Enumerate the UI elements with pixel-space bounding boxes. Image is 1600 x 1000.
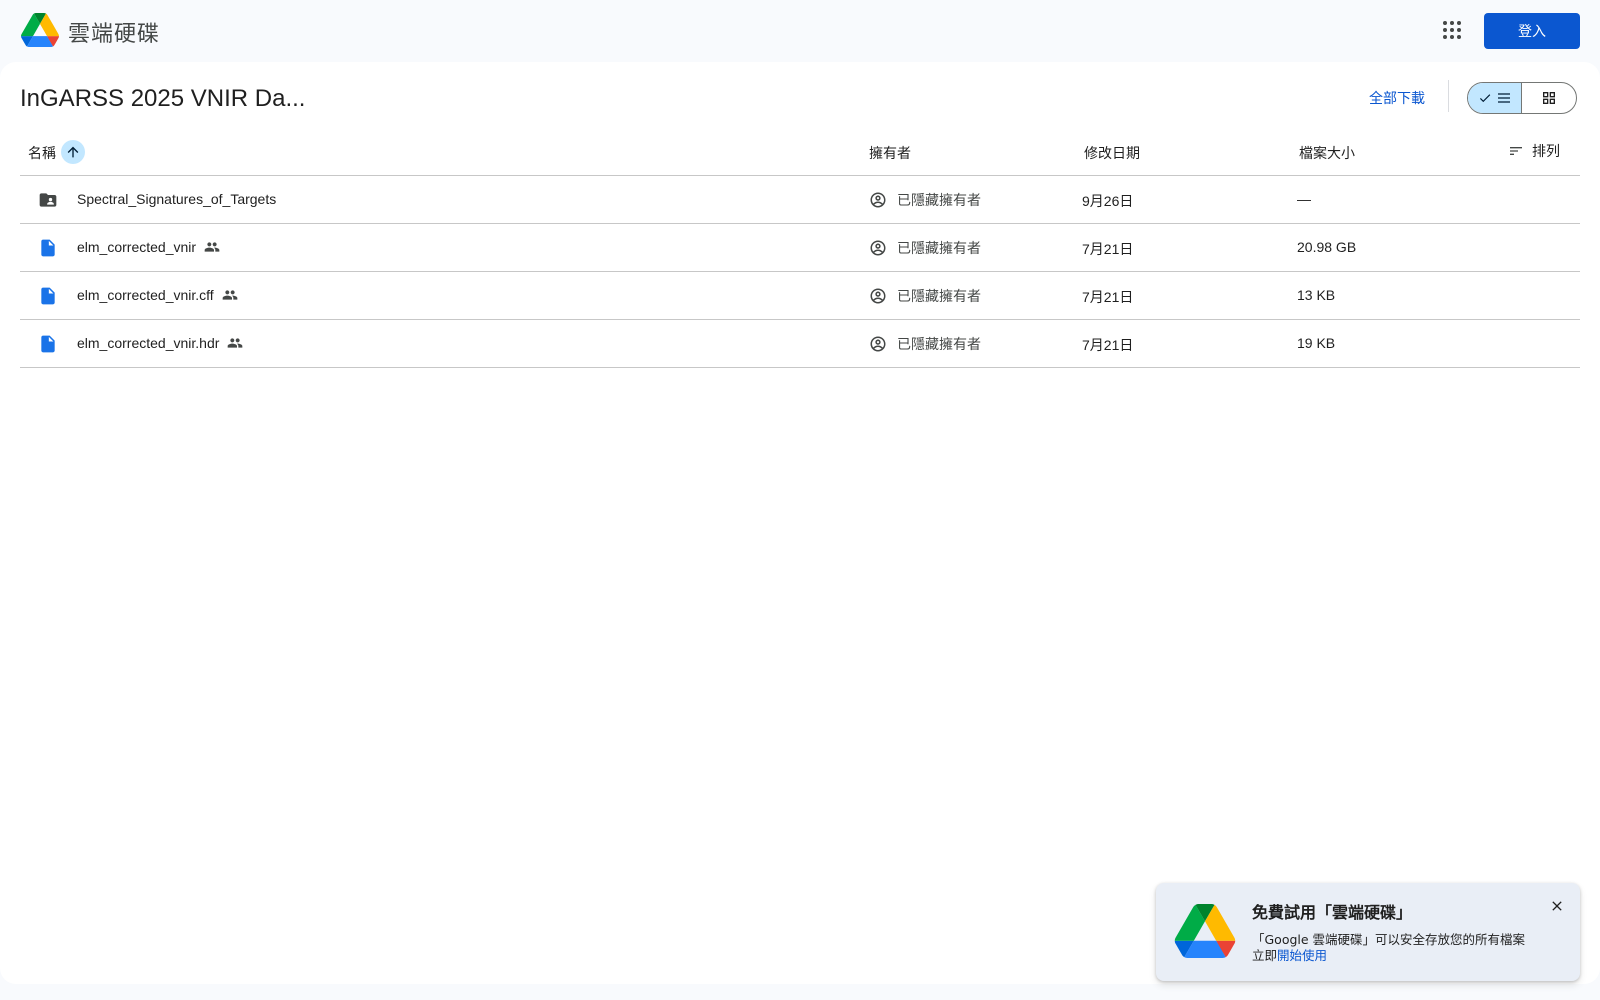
file-name: elm_corrected_vnir — [77, 239, 220, 255]
file-name-text: Spectral_Signatures_of_Targets — [77, 191, 277, 207]
file-size: — — [1297, 191, 1311, 207]
table-row[interactable]: elm_corrected_vnir 已隱藏擁有者 7月21日 20.98 GB — [20, 224, 1580, 272]
modified-date: 7月21日 — [1082, 337, 1134, 353]
promo-title: 免費試用「雲端硬碟」 — [1252, 903, 1413, 922]
modified-date: 9月26日 — [1082, 193, 1134, 209]
file-table: 名稱 擁有者 修改日期 檔案大小 排列 Spectral_Signatures_… — [20, 128, 1580, 368]
sort-label: 排列 — [1532, 144, 1560, 160]
sort-options-button[interactable]: 排列 — [1508, 141, 1560, 161]
owner-cell: 已隱藏擁有者 — [869, 334, 981, 354]
file-name-text: elm_corrected_vnir.cff — [77, 287, 214, 303]
table-header: 名稱 擁有者 修改日期 檔案大小 排列 — [20, 128, 1580, 176]
drive-promo-toast: 免費試用「雲端硬碟」 「Google 雲端硬碟」可以安全存放您的所有檔案 立即開… — [1156, 883, 1580, 981]
sort-icon — [1510, 147, 1522, 155]
main-panel: InGARSS 2025 VNIR Da... 全部下載 名稱 擁有者 修改日期… — [0, 62, 1600, 984]
column-owner-header[interactable]: 擁有者 — [869, 143, 911, 163]
list-view-icon — [1497, 93, 1510, 103]
file-size: 19 KB — [1297, 335, 1336, 351]
hidden-owner-icon — [870, 240, 886, 256]
file-size: 20.98 GB — [1297, 239, 1357, 255]
drive-logo-icon[interactable] — [21, 13, 59, 47]
hidden-owner-icon — [870, 336, 886, 352]
file-name-text: elm_corrected_vnir.hdr — [77, 335, 220, 351]
table-row[interactable]: Spectral_Signatures_of_Targets 已隱藏擁有者 9月… — [20, 176, 1580, 224]
shared-people-icon — [204, 242, 220, 252]
file-name: elm_corrected_vnir.hdr — [77, 335, 243, 351]
arrow-up-icon — [67, 146, 79, 158]
top-bar: 雲端硬碟 登入 — [0, 0, 1600, 62]
promo-cta-line: 立即開始使用 — [1252, 945, 1327, 964]
owner-text: 已隱藏擁有者 — [897, 241, 981, 257]
file-icon — [41, 287, 55, 305]
shared-folder-icon — [39, 193, 57, 207]
modified-date: 7月21日 — [1082, 241, 1134, 257]
get-started-link[interactable]: 開始使用 — [1277, 948, 1327, 963]
grid-view-icon — [1543, 92, 1555, 104]
shared-people-icon — [228, 338, 243, 348]
view-toggle — [1467, 82, 1577, 114]
list-view-button[interactable] — [1468, 83, 1523, 113]
modified-date: 7月21日 — [1082, 289, 1134, 305]
owner-text: 已隱藏擁有者 — [897, 289, 981, 305]
column-size-header[interactable]: 檔案大小 — [1299, 143, 1355, 163]
folder-title[interactable]: InGARSS 2025 VNIR Da... — [20, 85, 305, 113]
hidden-owner-icon — [870, 288, 886, 304]
app-name[interactable]: 雲端硬碟 — [68, 16, 160, 48]
shared-people-icon — [222, 290, 238, 300]
table-row[interactable]: elm_corrected_vnir.cff 已隱藏擁有者 7月21日 13 K… — [20, 272, 1580, 320]
owner-cell: 已隱藏擁有者 — [869, 238, 981, 258]
file-size: 13 KB — [1297, 287, 1336, 303]
drive-logo-icon — [1174, 904, 1236, 958]
google-apps-icon[interactable] — [1438, 16, 1466, 44]
owner-text: 已隱藏擁有者 — [897, 337, 981, 353]
promo-cta-prefix: 立即 — [1252, 948, 1278, 963]
toolbar-divider — [1448, 80, 1449, 112]
check-icon — [1479, 94, 1490, 103]
grid-view-button[interactable] — [1522, 83, 1576, 113]
column-modified-header[interactable]: 修改日期 — [1084, 143, 1140, 163]
owner-cell: 已隱藏擁有者 — [869, 190, 981, 210]
file-icon — [41, 335, 55, 353]
owner-cell: 已隱藏擁有者 — [869, 286, 981, 306]
sort-ascending-button[interactable] — [61, 140, 85, 164]
close-icon[interactable] — [1549, 898, 1565, 914]
hidden-owner-icon — [870, 192, 886, 208]
column-name-header[interactable]: 名稱 — [28, 143, 56, 163]
file-icon — [41, 239, 55, 257]
file-name: Spectral_Signatures_of_Targets — [77, 191, 276, 207]
table-row[interactable]: elm_corrected_vnir.hdr 已隱藏擁有者 7月21日 19 K… — [20, 320, 1580, 368]
sign-in-button[interactable]: 登入 — [1484, 13, 1580, 49]
download-all-button[interactable]: 全部下載 — [1369, 88, 1425, 108]
file-name-text: elm_corrected_vnir — [77, 239, 197, 255]
owner-text: 已隱藏擁有者 — [897, 193, 981, 209]
file-name: elm_corrected_vnir.cff — [77, 287, 238, 303]
